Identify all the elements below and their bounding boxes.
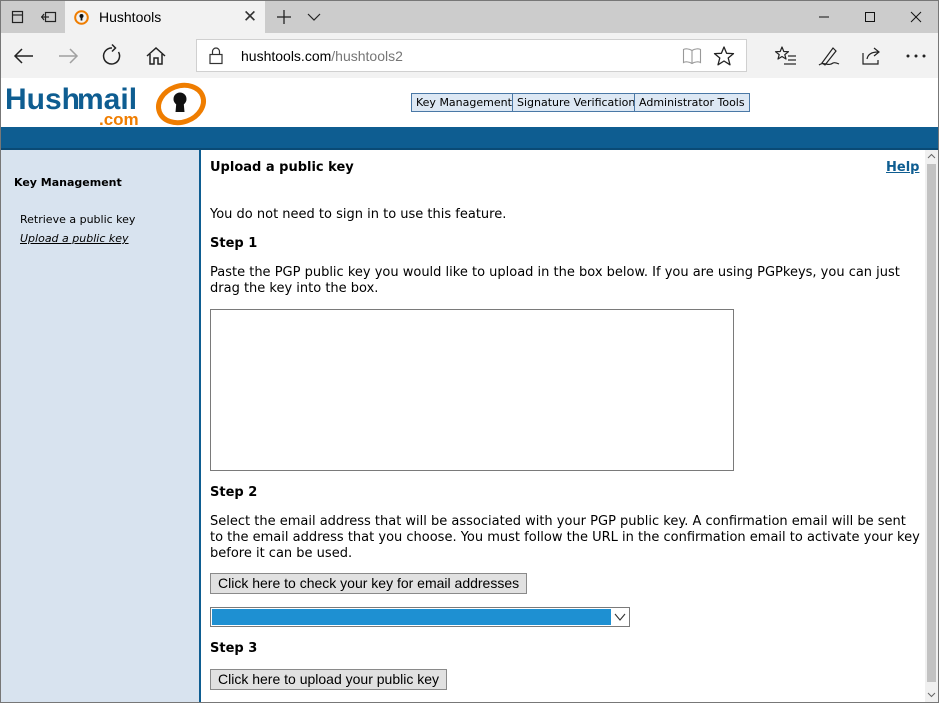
vertical-scrollbar[interactable] xyxy=(925,150,938,702)
step3-heading: Step 3 xyxy=(210,641,258,656)
nav-signature-verification[interactable]: Signature Verification xyxy=(512,93,641,112)
sidebar-item-retrieve-key[interactable]: Retrieve a public key xyxy=(20,213,135,226)
sidebar-heading: Key Management xyxy=(14,176,122,189)
maximize-icon[interactable] xyxy=(859,6,881,28)
browser-window: Hushtools ✕ hushtools.com/hushtools2 Hus… xyxy=(0,0,939,703)
refresh-icon[interactable] xyxy=(99,43,125,69)
home-icon[interactable] xyxy=(143,43,169,69)
upload-key-button[interactable]: Click here to upload your public key xyxy=(210,669,448,690)
favorite-star-icon[interactable] xyxy=(713,45,735,67)
address-bar[interactable]: hushtools.com/hushtools2 xyxy=(196,39,747,72)
step1-text: Paste the PGP public key you would like … xyxy=(210,265,900,296)
intro-text: You do not need to sign in to use this f… xyxy=(210,207,507,222)
notes-pen-icon[interactable] xyxy=(816,43,842,69)
tab-title: Hushtools xyxy=(99,9,162,25)
select-selected-value xyxy=(212,609,611,625)
url-text[interactable]: hushtools.com/hushtools2 xyxy=(241,48,403,64)
web-page: Hush mail .com Key Management Signature … xyxy=(1,78,938,702)
tab-bar: Hushtools ✕ xyxy=(1,1,938,33)
close-window-icon[interactable] xyxy=(905,6,927,28)
reading-view-icon[interactable] xyxy=(682,47,702,65)
favorites-list-icon[interactable] xyxy=(773,43,799,69)
scroll-down-icon[interactable] xyxy=(927,690,936,699)
back-arrow-icon[interactable] xyxy=(11,43,37,69)
header-bar xyxy=(1,127,938,150)
nav-administrator-tools[interactable]: Administrator Tools xyxy=(634,93,750,112)
forward-arrow-icon[interactable] xyxy=(55,43,81,69)
hushmail-favicon-icon xyxy=(74,10,89,25)
lock-icon[interactable] xyxy=(207,46,225,66)
url-domain: hushtools.com xyxy=(241,48,332,64)
navigation-bar: hushtools.com/hushtools2 xyxy=(1,33,938,78)
main-content: Upload a public key Help You do not need… xyxy=(203,150,925,702)
minimize-icon[interactable] xyxy=(813,6,835,28)
tab-menu-chevron-icon[interactable] xyxy=(305,8,323,26)
public-key-textarea[interactable] xyxy=(210,309,734,471)
tab-actions-icon[interactable] xyxy=(8,7,28,27)
hushmail-logo[interactable]: Hush mail .com xyxy=(5,81,210,129)
tab-hushtools[interactable]: Hushtools ✕ xyxy=(65,1,265,33)
step2-heading: Step 2 xyxy=(210,485,258,500)
step2-text: Select the email address that will be as… xyxy=(210,514,920,561)
more-dots-icon[interactable] xyxy=(903,43,929,69)
scrollbar-thumb[interactable] xyxy=(927,164,936,682)
help-link[interactable]: Help xyxy=(886,160,919,175)
close-tab-icon[interactable]: ✕ xyxy=(241,8,259,26)
logo-hush-text: Hush xyxy=(5,83,80,116)
page-title: Upload a public key xyxy=(210,160,354,175)
check-key-button[interactable]: Click here to check your key for email a… xyxy=(210,573,528,594)
set-aside-tabs-icon[interactable] xyxy=(39,7,59,27)
sidebar-item-upload-key[interactable]: Upload a public key xyxy=(20,232,129,245)
scroll-up-icon[interactable] xyxy=(927,152,936,161)
new-tab-plus-icon[interactable] xyxy=(273,6,295,28)
share-icon[interactable] xyxy=(859,43,885,69)
nav-key-management[interactable]: Key Management xyxy=(411,93,517,112)
step1-heading: Step 1 xyxy=(210,236,258,251)
chevron-down-icon xyxy=(614,613,626,621)
email-address-select[interactable] xyxy=(210,607,630,627)
sidebar: Key Management Retrieve a public key Upl… xyxy=(1,150,201,702)
url-path: /hushtools2 xyxy=(331,48,403,64)
